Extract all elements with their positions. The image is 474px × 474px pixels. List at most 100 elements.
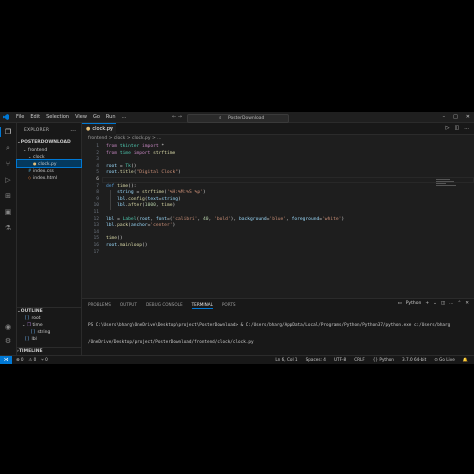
code-line[interactable]: lbl.config(text=string) (106, 197, 181, 202)
line-number: 6 (96, 177, 99, 182)
tree-item-frontend[interactable]: ⌄ frontend (17, 146, 87, 153)
status-bar: ⋊ ⊗ 0 ⚠ 0 ⑂ 0 Ln 6, Col 1 Spaces: 4 UTF-… (0, 355, 474, 364)
tab-problems[interactable]: PROBLEMS (88, 302, 111, 309)
close-tab-icon[interactable]: ✕ (109, 124, 113, 135)
code-line[interactable]: def time(): (106, 184, 136, 189)
close-panel-icon[interactable]: ✕ (465, 301, 469, 306)
code-line[interactable]: lbl.after(1000, time) (106, 203, 175, 208)
menu-file[interactable]: File (16, 113, 24, 121)
line-number: 2 (96, 150, 99, 156)
go-live-button[interactable]: ⊙ Go Live (434, 356, 455, 364)
split-terminal-icon[interactable]: ◫ (441, 301, 445, 306)
explorer-icon[interactable]: ❐ (0, 127, 12, 137)
menu-go[interactable]: Go (93, 113, 100, 121)
cursor-position[interactable]: Ln 6, Col 1 (275, 356, 297, 364)
editor-tabs: ● clock.py ✕ ▷ ◫ ... (82, 123, 474, 135)
tab-debug-console[interactable]: DEBUG CONSOLE (146, 302, 183, 309)
new-terminal-icon[interactable]: + (425, 301, 429, 306)
outline-item-time[interactable]: ⌄ ❒ time (17, 321, 81, 328)
more-actions-icon[interactable]: ... (464, 123, 469, 134)
menu-bar: File Edit Selection View Go Run ... (16, 113, 126, 121)
bottom-panel: PROBLEMS OUTPUT DEBUG CONSOLE TERMINAL PORTS… (82, 298, 474, 356)
sidebar-more-icon[interactable]: ... (70, 126, 76, 133)
source-control-icon[interactable]: ⑂ (4, 160, 12, 168)
tree-item-clock-folder[interactable]: ⌄ clock (17, 153, 81, 160)
chevron-down-icon[interactable]: ⌄ (433, 301, 437, 306)
status-right: Ln 6, Col 1 Spaces: 4 UTF-8 CRLF {} Pyth… (275, 356, 468, 364)
maximize-panel-icon[interactable]: ⌃ (457, 301, 461, 306)
code-editor[interactable]: 1 from tkinter import * 2 from time import … (82, 144, 474, 296)
line-number: 14 (93, 229, 99, 235)
menu-more[interactable]: ... (122, 113, 127, 121)
timeline-header[interactable]: ›TIMELINE (17, 347, 81, 355)
menu-run[interactable]: Run (106, 113, 116, 121)
tab-output[interactable]: OUTPUT (120, 302, 137, 309)
line-number: 4 (96, 163, 99, 169)
remote-explorer-icon[interactable]: ▣ (4, 208, 12, 216)
command-center[interactable]: ⌕ PosterDownload (187, 113, 289, 123)
manage-gear-icon[interactable]: ⚙ (4, 337, 12, 345)
code-line[interactable]: time() (106, 236, 123, 241)
errors-count[interactable]: ⊗ 0 (16, 356, 24, 364)
tab-ports[interactable]: PORTS (222, 302, 236, 309)
outline-item-string[interactable]: [ ] string (17, 328, 81, 335)
indentation[interactable]: Spaces: 4 (306, 356, 326, 364)
code-line[interactable]: lbl.pack(anchor='center') (106, 223, 175, 228)
minimize-button[interactable]: – (443, 113, 446, 121)
tree-item-index-css[interactable]: # index.css (17, 167, 81, 174)
run-python-icon[interactable]: ▷ (446, 123, 450, 134)
code-line[interactable]: lbl = Label(root, font=('calibri', 40, '… (106, 217, 344, 222)
remote-indicator-icon[interactable]: ⋊ (0, 356, 12, 364)
split-editor-icon[interactable]: ◫ (454, 123, 459, 134)
more-actions-icon[interactable]: ... (449, 301, 453, 306)
notifications-icon[interactable]: 🔔 (463, 356, 468, 364)
line-ending[interactable]: CRLF (354, 356, 365, 364)
project-folder-header[interactable]: ⌄POSTERDOWNLOAD (17, 139, 81, 146)
window-controls: – □ ✕ (443, 113, 470, 121)
breadcrumb[interactable]: frontend > clock > clock.py > ... (88, 136, 161, 142)
line-number: 17 (93, 249, 99, 255)
code-line[interactable]: string = strftime('%H:%M:%S %p') (106, 190, 206, 195)
nav-arrows-icon[interactable]: ← → (172, 113, 182, 121)
sidebar-title: EXPLORER (24, 128, 50, 133)
variable-icon: [ ] (25, 315, 29, 320)
code-line[interactable]: root.title("Digital Clock") (106, 170, 181, 175)
code-line[interactable]: root = Tk() (106, 164, 136, 169)
terminal-shell-label[interactable]: Python (406, 301, 422, 306)
activity-bar: ❐ ⌕ ⑂ ▷ ⊞ ▣ ⚗ ◉ ⚙ (0, 123, 17, 355)
tab-clock-py[interactable]: ● clock.py ✕ (82, 123, 116, 135)
warnings-count[interactable]: ⚠ 0 (29, 356, 37, 364)
line-number: 11 (93, 210, 99, 215)
outline-item-root[interactable]: [ ] root (17, 314, 81, 321)
code-line[interactable]: from tkinter import * (106, 144, 164, 149)
testing-icon[interactable]: ⚗ (4, 224, 12, 232)
tree-item-clock-py[interactable]: ● clock.py (16, 159, 82, 168)
search-icon[interactable]: ⌕ (4, 144, 12, 152)
line-number: 16 (93, 243, 99, 248)
run-debug-icon[interactable]: ▷ (4, 176, 12, 184)
menu-view[interactable]: View (75, 113, 87, 121)
vscode-logo-icon (3, 114, 9, 120)
explorer-sidebar: EXPLORER ... ⌄POSTERDOWNLOAD ⌄ frontend ⌄… (16, 123, 82, 355)
account-icon[interactable]: ◉ (4, 323, 12, 331)
encoding[interactable]: UTF-8 (334, 356, 346, 364)
maximize-button[interactable]: □ (453, 113, 458, 121)
close-button[interactable]: ✕ (466, 113, 470, 121)
menu-selection[interactable]: Selection (46, 113, 69, 121)
code-line[interactable]: from time import strftime (106, 151, 175, 156)
ports-count[interactable]: ⑂ 0 (41, 356, 48, 364)
panel-tabs: PROBLEMS OUTPUT DEBUG CONSOLE TERMINAL PORTS (88, 302, 236, 309)
outline-item-lbl[interactable]: [ ] lbl (17, 335, 81, 342)
language-mode[interactable]: {} Python (373, 356, 394, 364)
tab-terminal[interactable]: TERMINAL (191, 302, 213, 309)
tree-item-index-html[interactable]: ◇ index.html (17, 174, 81, 181)
project-name: POSTERDOWNLOAD (20, 140, 71, 145)
terminal-output[interactable]: PS C:\Users\bharg\OneDrive\Desktop\proje… (88, 312, 468, 356)
tree-item-label: index.html (33, 176, 57, 181)
code-line[interactable]: root.mainloop() (106, 243, 148, 248)
line-number: 13 (93, 223, 99, 229)
extensions-icon[interactable]: ⊞ (4, 192, 12, 200)
menu-edit[interactable]: Edit (30, 113, 40, 121)
python-interpreter[interactable]: 3.7.0 64-bit (402, 356, 426, 364)
line-number: 10 (93, 203, 99, 209)
